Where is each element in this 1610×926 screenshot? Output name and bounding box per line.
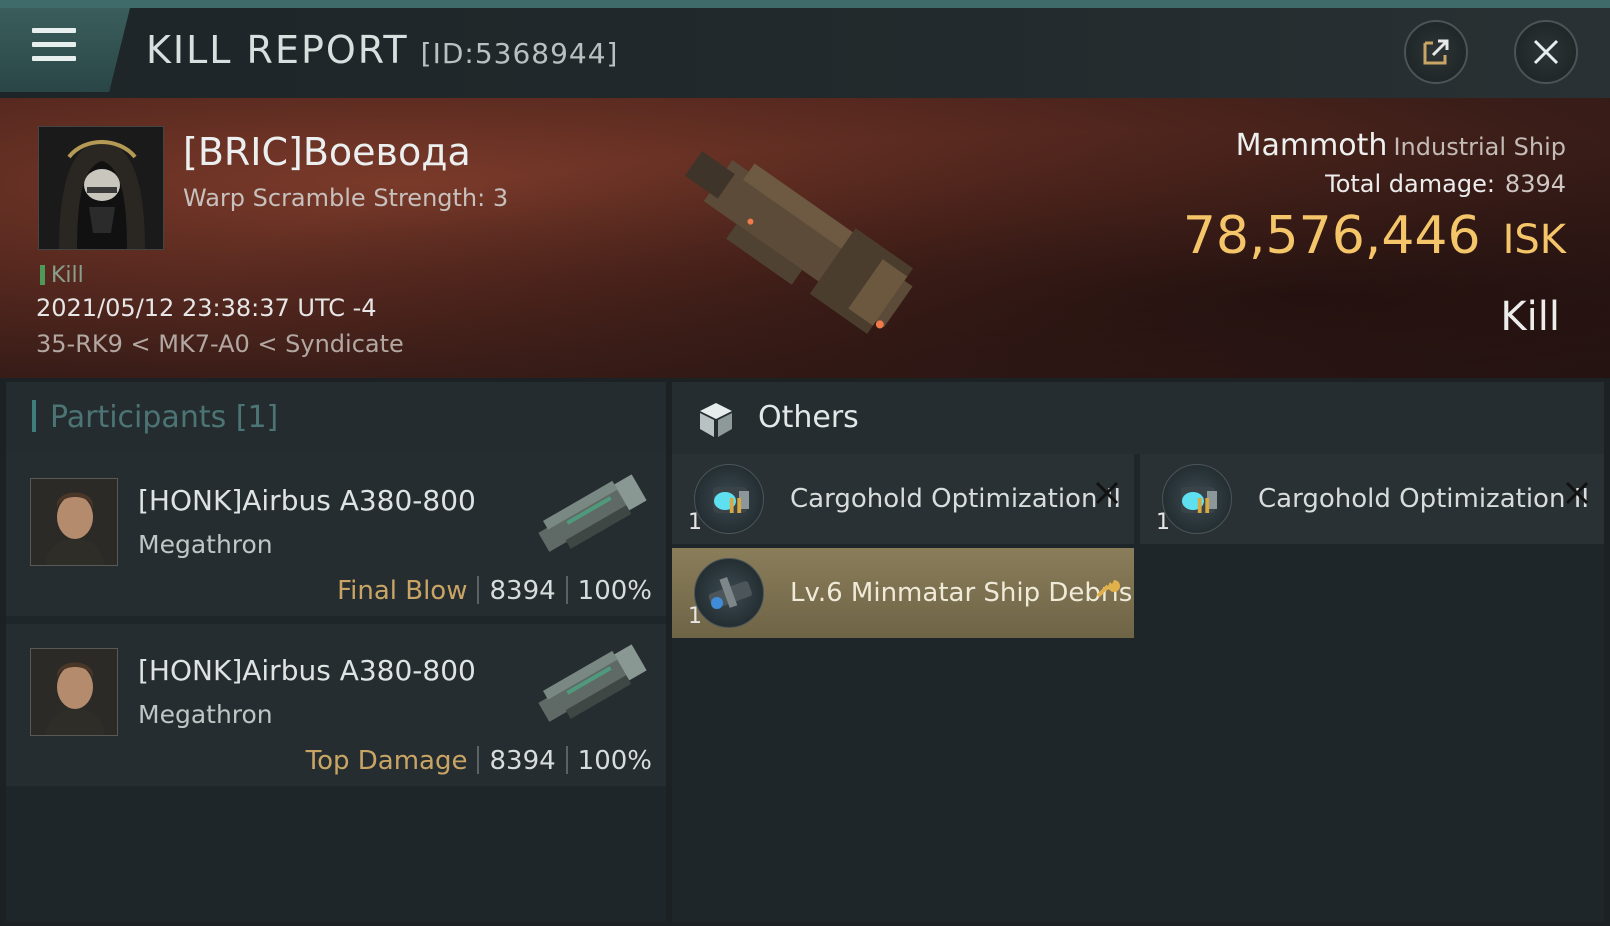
participant-name[interactable]: [HONK]Airbus A380-800 — [138, 654, 476, 687]
destroyed-x-icon — [1565, 481, 1589, 505]
isk-unit: ISK — [1502, 217, 1566, 263]
item-quantity: 1 — [1156, 510, 1170, 535]
item-name: Lv.6 Minmatar Ship Debris — [790, 578, 1133, 608]
item-row[interactable]: II 1 Cargohold Optimization II — [672, 454, 1134, 544]
share-icon — [1423, 39, 1449, 65]
tech-ii-badge: II — [1196, 494, 1211, 518]
close-icon — [1533, 39, 1559, 65]
others-title: Others — [758, 400, 859, 435]
kill-location[interactable]: 35-RK9 < MK7-A0 < Syndicate — [36, 330, 404, 358]
divider — [477, 746, 480, 774]
participant-role: Top Damage — [305, 746, 468, 776]
victim-avatar-image — [39, 127, 163, 249]
cube-icon — [700, 403, 732, 437]
result-label: Kill — [1500, 294, 1560, 340]
participant-row[interactable]: [HONK]Airbus A380-800 Megathron Top Dama… — [6, 624, 666, 786]
total-damage-label: Total damage: — [1325, 170, 1495, 198]
share-button[interactable] — [1404, 20, 1468, 84]
victim-ship-name[interactable]: Mammoth Industrial Ship — [1236, 128, 1566, 163]
item-row[interactable]: 1 Lv.6 Minmatar Ship Debris — [672, 548, 1134, 638]
isk-value: 78,576,446 ISK — [1183, 206, 1566, 266]
participant-ship: Megathron — [138, 700, 273, 729]
divider — [565, 746, 568, 774]
item-quantity: 1 — [688, 604, 702, 629]
participant-stats: Top Damage 8394 100% — [306, 746, 652, 776]
participant-percent: 100% — [577, 746, 652, 776]
divider — [565, 576, 568, 604]
others-header: Others — [672, 382, 1604, 454]
item-name: Cargohold Optimization II — [790, 484, 1122, 514]
participants-title: Participants [1] — [32, 400, 278, 435]
participant-row[interactable]: [HONK]Airbus A380-800 Megathron Final Bl… — [6, 454, 666, 616]
participant-percent: 100% — [577, 576, 652, 606]
total-damage-value: 8394 — [1504, 170, 1566, 198]
wrench-icon — [1096, 580, 1120, 598]
victim-banner: [BRIC]Воевода Warp Scramble Strength: 3 … — [0, 98, 1610, 378]
kill-datetime: 2021/05/12 23:38:37 UTC -4 — [36, 294, 377, 322]
participant-role: Final Blow — [337, 576, 468, 606]
victim-portrait[interactable] — [38, 126, 164, 250]
participants-panel: Participants [1] [HONK]Airbus A380-800 M… — [6, 382, 666, 922]
participant-ship-image[interactable] — [526, 634, 656, 734]
destroyed-x-icon — [1095, 481, 1119, 505]
title-text: KILL REPORT — [146, 28, 409, 72]
hamburger-menu-icon — [32, 28, 76, 64]
menu-button[interactable] — [0, 8, 130, 92]
victim-pilot-name[interactable]: [BRIC]Воевода — [183, 130, 471, 174]
participant-damage: 8394 — [489, 746, 556, 776]
report-id: [ID:5368944] — [420, 37, 619, 70]
ship-class: Industrial Ship — [1393, 133, 1566, 161]
total-damage-line: Total damage: 8394 — [1325, 170, 1566, 198]
ship-name-text: Mammoth — [1235, 128, 1388, 163]
item-row[interactable]: II 1 Cargohold Optimization II — [1140, 454, 1604, 544]
participant-stats: Final Blow 8394 100% — [337, 576, 652, 606]
isk-amount: 78,576,446 — [1182, 206, 1481, 266]
participant-ship: Megathron — [138, 530, 273, 559]
top-accent-strip — [0, 0, 1610, 8]
participant-ship-image[interactable] — [526, 464, 656, 564]
close-button[interactable] — [1514, 20, 1578, 84]
participant-avatar[interactable] — [30, 648, 118, 736]
warp-scramble-strength: Warp Scramble Strength: 3 — [183, 184, 509, 212]
participant-name[interactable]: [HONK]Airbus A380-800 — [138, 484, 476, 517]
participants-header: Participants [1] — [6, 382, 666, 454]
kill-tag: Kill — [40, 263, 84, 288]
divider — [477, 576, 480, 604]
victim-ship-image[interactable] — [640, 103, 960, 373]
tech-ii-badge: II — [728, 494, 743, 518]
debris-icon — [694, 558, 764, 628]
participant-avatar[interactable] — [30, 478, 118, 566]
participant-portrait-image — [31, 649, 117, 735]
item-name: Cargohold Optimization II — [1258, 484, 1590, 514]
page-title: KILL REPORT [ID:5368944] — [146, 28, 618, 72]
item-quantity: 1 — [688, 510, 702, 535]
participant-damage: 8394 — [489, 576, 556, 606]
header-bar: KILL REPORT [ID:5368944] — [0, 8, 1610, 98]
participant-portrait-image — [31, 479, 117, 565]
others-panel: Others II 1 Cargohold Optimization II II… — [672, 382, 1604, 922]
